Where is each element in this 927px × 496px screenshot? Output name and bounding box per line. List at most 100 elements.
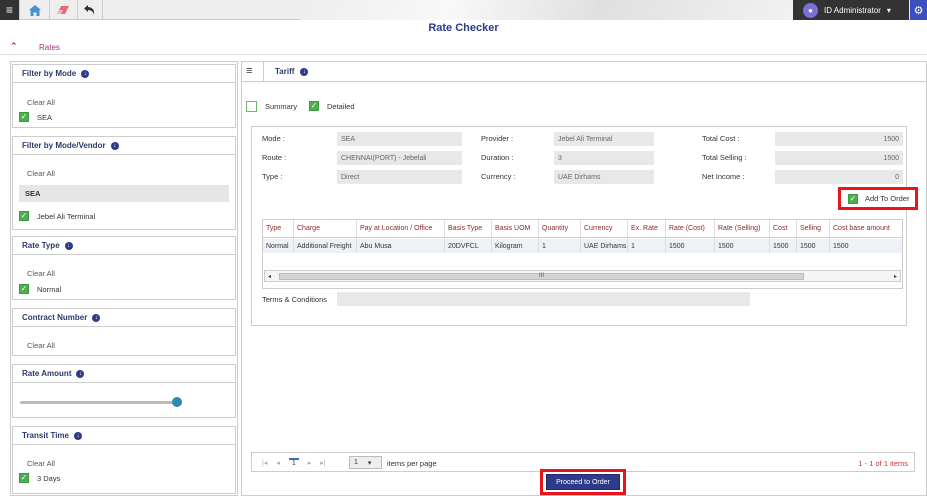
- option-label: SEA: [37, 112, 53, 122]
- horizontal-scrollbar[interactable]: ◂ III ▸: [264, 270, 901, 282]
- info-icon[interactable]: ↓: [300, 67, 309, 76]
- scroll-right-icon[interactable]: ▸: [894, 273, 897, 280]
- divider: [102, 0, 103, 20]
- collapse-icon[interactable]: ⌃: [10, 41, 18, 52]
- filter-contract-header[interactable]: Contract Number ↓: [13, 309, 235, 327]
- checkbox-unchecked[interactable]: [246, 101, 257, 112]
- currency-label: Currency :: [481, 172, 516, 181]
- scroll-left-icon[interactable]: ◂: [268, 273, 271, 280]
- column-header[interactable]: Basis Type: [444, 220, 491, 237]
- hamburger-icon[interactable]: ≡: [246, 65, 252, 77]
- menu-icon[interactable]: ≡: [0, 0, 19, 20]
- charges-grid: Type Charge Pay at Location / Office Bas…: [262, 219, 903, 289]
- info-icon[interactable]: ↓: [73, 431, 82, 440]
- info-icon[interactable]: ↓: [64, 241, 73, 250]
- table-cell: 1: [538, 239, 580, 253]
- filter-option[interactable]: ✓ Normal: [19, 284, 61, 294]
- filter-contract-number: Contract Number ↓ Clear All: [12, 308, 236, 356]
- duration-label: Duration :: [481, 153, 514, 162]
- column-header[interactable]: Quantity: [538, 220, 580, 237]
- page-title: Rate Checker: [428, 22, 499, 34]
- column-header[interactable]: Currency: [580, 220, 627, 237]
- checkbox-checked[interactable]: ✓: [19, 284, 29, 294]
- filter-mode-header[interactable]: Filter by Mode ↓: [13, 65, 235, 83]
- last-page-icon[interactable]: ▸|: [320, 459, 325, 467]
- column-header[interactable]: Rate (Selling): [714, 220, 769, 237]
- tariff-header: ≡ Tariff ↓: [242, 62, 926, 82]
- divider: [19, 0, 20, 20]
- gear-icon[interactable]: ⚙: [910, 0, 927, 20]
- clear-all-link[interactable]: Clear All: [27, 459, 55, 468]
- net-income-label: Net Income :: [702, 172, 745, 181]
- first-page-icon[interactable]: |◂: [262, 459, 267, 467]
- info-icon[interactable]: ↓: [92, 313, 101, 322]
- slider-handle[interactable]: [172, 397, 182, 407]
- clear-all-link[interactable]: Clear All: [27, 269, 55, 278]
- filter-rate-amount-title: Rate Amount: [22, 369, 72, 378]
- filter-option[interactable]: ✓ Jebel Ali Terminal: [19, 211, 95, 221]
- table-cell: Kilogram: [491, 239, 538, 253]
- table-cell: 1500: [769, 239, 796, 253]
- checkbox-checked[interactable]: ✓: [19, 211, 29, 221]
- clear-all-link[interactable]: Clear All: [27, 98, 55, 107]
- table-cell: Additional Freight: [293, 239, 356, 253]
- scroll-thumb[interactable]: III: [279, 273, 804, 280]
- table-cell: 20DVFCL: [444, 239, 491, 253]
- clear-all-link[interactable]: Clear All: [27, 341, 55, 350]
- column-header[interactable]: Charge: [293, 220, 356, 237]
- prev-page-icon[interactable]: ◂: [276, 459, 280, 467]
- column-header[interactable]: Type: [263, 220, 293, 237]
- top-toolbar: ≡ ● ID Administrator ▾ ⚙: [0, 0, 927, 20]
- selected-group[interactable]: SEA: [19, 185, 229, 202]
- column-header[interactable]: Basis UOM: [491, 220, 538, 237]
- next-page-icon[interactable]: ▸: [308, 459, 312, 467]
- breadcrumb-rates[interactable]: Rates: [39, 43, 60, 52]
- filter-transit-time: Transit Time ↓ Clear All ✓ 3 Days: [12, 426, 236, 494]
- filter-transit-header[interactable]: Transit Time ↓: [13, 427, 235, 445]
- column-header[interactable]: Rate (Cost): [665, 220, 714, 237]
- pager-nav: |◂ ◂ 1 ▸ ▸|: [262, 458, 326, 467]
- column-header[interactable]: Ex. Rate: [627, 220, 665, 237]
- detailed-option[interactable]: ✓ Detailed: [309, 101, 355, 111]
- home-icon[interactable]: [22, 0, 48, 20]
- filter-option[interactable]: ✓ SEA: [19, 112, 52, 122]
- checkbox-checked[interactable]: ✓: [309, 101, 319, 111]
- table-cell: 1500: [829, 239, 902, 253]
- proceed-to-order-button[interactable]: Proceed to Order: [546, 474, 620, 490]
- tariff-title[interactable]: Tariff ↓: [275, 67, 309, 76]
- column-header[interactable]: Cost base amount: [829, 220, 902, 237]
- per-page-label: items per page: [387, 459, 437, 468]
- column-header[interactable]: Selling: [796, 220, 829, 237]
- eraser-icon[interactable]: [50, 0, 76, 20]
- terms-label: Terms & Conditions: [262, 295, 328, 304]
- filter-panel: Filter by Mode ↓ Clear All ✓ SEA Filter by…: [10, 61, 238, 496]
- rate-amount-slider[interactable]: [20, 401, 178, 404]
- checkbox-checked[interactable]: ✓: [19, 473, 29, 483]
- type-label: Type :: [262, 172, 283, 181]
- info-icon[interactable]: ↓: [110, 141, 119, 150]
- info-icon[interactable]: ↓: [76, 369, 85, 378]
- filter-mode-vendor-header[interactable]: Filter by Mode/Vendor ↓: [13, 137, 235, 155]
- checkbox-checked[interactable]: ✓: [848, 193, 858, 204]
- table-row[interactable]: Normal Additional Freight Abu Musa 20DVF…: [263, 239, 902, 253]
- tariff-title-text: Tariff: [275, 67, 295, 76]
- per-page-select[interactable]: 1 ▾: [349, 456, 382, 469]
- filter-rate-amount-header[interactable]: Rate Amount ↓: [13, 365, 235, 383]
- user-avatar-icon: ●: [803, 2, 818, 18]
- filter-rate-type-header[interactable]: Rate Type ↓: [13, 237, 235, 255]
- column-header[interactable]: Pay at Location / Office: [356, 220, 444, 237]
- filter-option[interactable]: ✓ 3 Days: [19, 473, 60, 483]
- info-icon[interactable]: ↓: [81, 69, 90, 78]
- detailed-label: Detailed: [327, 101, 355, 111]
- user-menu[interactable]: ● ID Administrator ▾: [793, 0, 909, 20]
- summary-option[interactable]: Summary: [246, 101, 297, 112]
- clear-all-link[interactable]: Clear All: [27, 169, 55, 178]
- current-page[interactable]: 1: [288, 458, 299, 467]
- back-arrow-icon[interactable]: [78, 0, 102, 20]
- mode-label: Mode :: [262, 134, 285, 143]
- add-to-order-button[interactable]: ✓ Add To Order: [838, 187, 918, 210]
- table-cell: 1500: [714, 239, 769, 253]
- header-decoration: [300, 0, 800, 20]
- column-header[interactable]: Cost: [769, 220, 796, 237]
- checkbox-checked[interactable]: ✓: [19, 112, 29, 122]
